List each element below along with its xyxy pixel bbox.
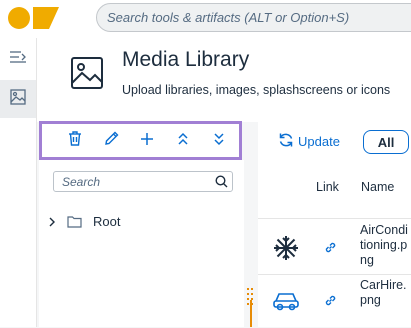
side-navigation xyxy=(0,38,37,327)
page-subtitle: Upload libraries, images, splashscreens … xyxy=(122,83,391,97)
update-label: Update xyxy=(298,134,340,149)
expand-all-button[interactable] xyxy=(210,132,228,150)
link-icon[interactable] xyxy=(324,241,337,259)
folder-tree-panel: Search Root xyxy=(39,160,244,327)
tree-search-input[interactable]: Search xyxy=(53,171,233,192)
search-icon[interactable] xyxy=(215,175,228,193)
delete-icon xyxy=(68,131,82,151)
page-header: Media Library Upload libraries, images, … xyxy=(37,38,411,122)
file-name: AirConditioning.png xyxy=(360,223,408,267)
snowflake-icon xyxy=(272,234,300,267)
add-icon xyxy=(140,132,154,151)
column-header-link[interactable]: Link xyxy=(316,180,339,194)
table-row[interactable]: CarHire.png xyxy=(258,274,411,328)
tree-item-label: Root xyxy=(93,214,121,229)
collapse-all-icon xyxy=(213,132,225,151)
chevron-right-icon[interactable] xyxy=(48,215,56,233)
table-row[interactable]: AirConditioning.png xyxy=(258,218,411,274)
filter-all-button[interactable]: All xyxy=(363,130,409,154)
page-title: Media Library xyxy=(122,48,250,71)
refresh-icon xyxy=(278,132,298,151)
company-logo[interactable] xyxy=(8,6,60,35)
tree-item-root[interactable]: Root xyxy=(39,206,244,238)
add-button[interactable] xyxy=(138,132,156,150)
tree-toolbar xyxy=(39,121,242,160)
image-icon xyxy=(70,56,104,95)
global-search-input[interactable]: Search tools & artifacts (ALT or Option+… xyxy=(96,3,411,32)
nav-item-media-library[interactable] xyxy=(0,80,36,118)
filter-all-label: All xyxy=(377,134,395,150)
update-button[interactable]: Update xyxy=(278,132,340,151)
tree-search-placeholder: Search xyxy=(62,175,101,189)
splitter-grip-icon[interactable] xyxy=(247,288,255,313)
expand-all-icon xyxy=(177,132,189,151)
collapse-all-button[interactable] xyxy=(174,132,192,150)
link-icon[interactable] xyxy=(324,294,337,312)
shell-bar: Search tools & artifacts (ALT or Option+… xyxy=(0,0,411,38)
search-placeholder: Search tools & artifacts (ALT or Option+… xyxy=(107,10,350,25)
file-name: CarHire.png xyxy=(360,278,407,307)
column-header-name[interactable]: Name xyxy=(361,180,394,194)
edit-button[interactable] xyxy=(102,131,120,151)
media-list-panel: Update All Link Name AirConditioning.png xyxy=(258,122,411,327)
folder-icon xyxy=(67,215,82,233)
image-icon xyxy=(10,88,26,110)
delete-button[interactable] xyxy=(66,131,84,151)
collapse-menu-icon xyxy=(9,49,27,70)
car-icon xyxy=(272,289,300,316)
collapse-menu-button[interactable] xyxy=(0,40,36,78)
edit-icon xyxy=(104,131,119,151)
